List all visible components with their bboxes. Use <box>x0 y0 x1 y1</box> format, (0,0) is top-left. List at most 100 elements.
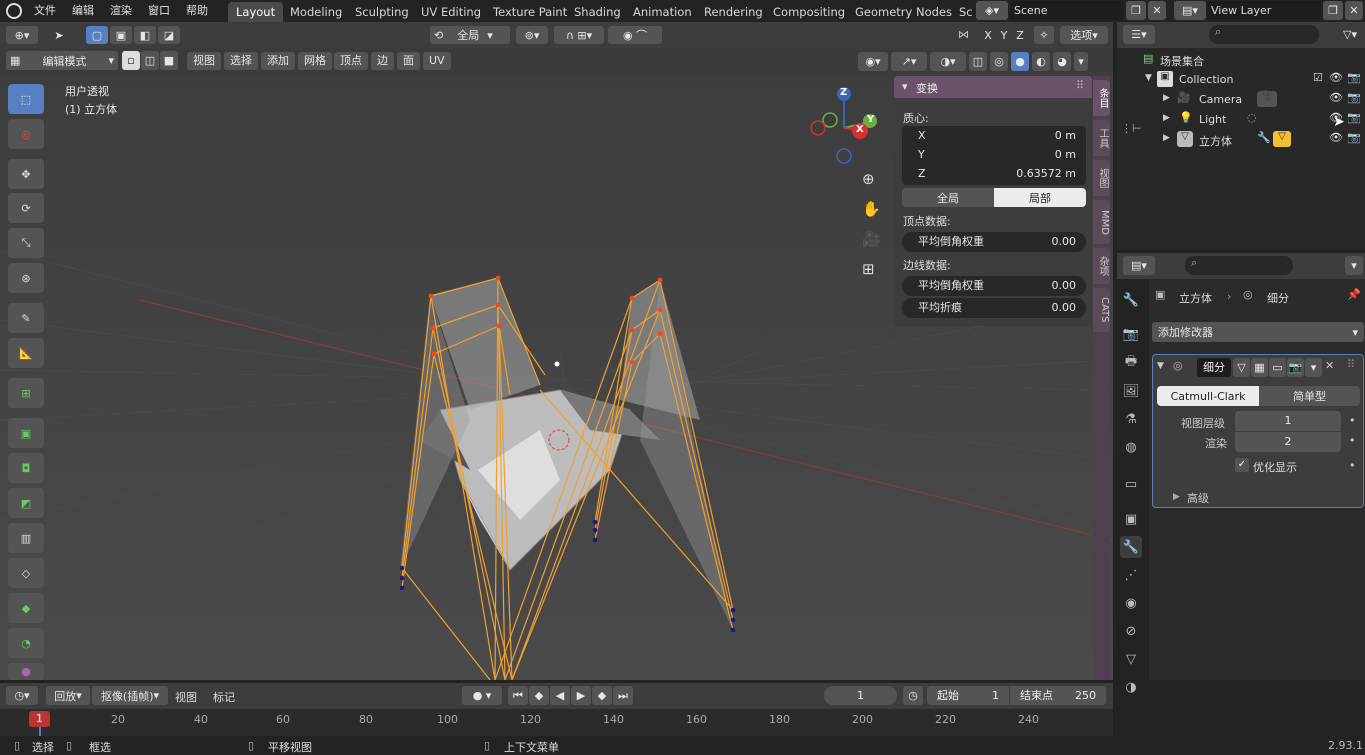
outliner-row-collection[interactable]: ▼ ▣ Collection ☑ 👁 📷 <box>1117 70 1365 90</box>
play-icon[interactable]: ▶ <box>571 686 591 705</box>
collection-properties-icon[interactable]: ▭ <box>1120 473 1142 495</box>
timeline-view-menu[interactable]: 视图 <box>175 689 197 705</box>
chevron-down-icon[interactable]: ▼ <box>1145 73 1152 83</box>
workspace-tab-rendering[interactable]: Rendering <box>696 2 771 22</box>
menu-view[interactable]: 视图 <box>187 52 221 70</box>
render-levels-field[interactable]: 2 <box>1235 432 1341 452</box>
keyframe-dot-icon[interactable]: • <box>1349 459 1356 472</box>
mode-dropdown[interactable]: ▦ 编辑模式 ▾ <box>6 51 118 70</box>
tab-view[interactable]: 视图 <box>1093 160 1110 196</box>
inset-tool[interactable]: ◘ <box>8 453 44 483</box>
current-frame-field[interactable]: 1 <box>824 686 897 705</box>
light-data-icon[interactable]: ◌ <box>1247 111 1257 124</box>
eye-icon[interactable]: 👁 <box>1329 91 1343 104</box>
vertex-select-icon[interactable]: ▫ <box>122 51 140 70</box>
workspace-tab-shading[interactable]: Shading <box>566 2 629 22</box>
chevron-right-icon[interactable]: ▶ <box>1173 492 1180 502</box>
constraints-properties-icon[interactable]: ⊘ <box>1120 620 1142 642</box>
blender-logo-icon[interactable] <box>6 3 22 19</box>
visibility-icon[interactable]: ◉▾ <box>858 52 888 71</box>
active-tool-button[interactable]: ➤ <box>46 26 72 44</box>
physics-properties-icon[interactable]: ◉ <box>1120 592 1142 614</box>
chevron-down-icon[interactable]: ▾ <box>1074 52 1088 71</box>
menu-mesh[interactable]: 网格 <box>298 52 332 70</box>
particles-properties-icon[interactable]: ⋰ <box>1120 564 1142 586</box>
frame-start-field[interactable]: 起始 1 <box>927 686 1009 705</box>
play-reverse-icon[interactable]: ◀ <box>550 686 570 705</box>
menu-face[interactable]: 面 <box>397 52 420 70</box>
workspace-tab-sculpting[interactable]: Sculpting <box>347 2 417 22</box>
workspace-tab-animation[interactable]: Animation <box>625 2 700 22</box>
vertex-bevel-weight-field[interactable]: 平均倒角权重 0.00 <box>902 232 1086 252</box>
menu-help[interactable]: 帮助 <box>178 0 216 22</box>
face-select-icon[interactable]: ■ <box>160 51 178 70</box>
delete-view-layer-button[interactable]: ✕ <box>1345 1 1363 20</box>
menu-edit[interactable]: 编辑 <box>64 0 102 22</box>
transform-orientation-dropdown[interactable]: ⟲ 全局 ▾ <box>430 26 510 44</box>
editor-type-button[interactable]: ⊕▾ <box>6 26 38 44</box>
knife-tool[interactable]: ◇ <box>8 558 44 588</box>
options-dropdown[interactable]: 选项 ▾ <box>1060 26 1108 44</box>
global-toggle[interactable]: 全局 <box>902 188 994 207</box>
select-box-tool[interactable]: ⬚ <box>8 84 44 114</box>
timeline-marker-menu[interactable]: 标记 <box>213 689 235 705</box>
render-properties-icon[interactable]: 📷 <box>1120 323 1142 345</box>
camera-render-icon[interactable]: 📷 <box>1347 91 1361 104</box>
mirror-y-toggle[interactable]: Y <box>996 26 1012 44</box>
new-scene-button[interactable]: ❐ <box>1126 1 1146 20</box>
select-subtract-icon[interactable]: ◧ <box>134 26 156 44</box>
simple-toggle[interactable]: 简单型 <box>1259 386 1360 406</box>
add-cube-tool[interactable]: ⊞ <box>8 378 44 408</box>
tab-item[interactable]: 条目 <box>1093 80 1110 116</box>
overlay-icon[interactable]: ◑▾ <box>930 52 966 71</box>
preview-range-icon[interactable]: ◷ <box>903 686 923 705</box>
keyframe-dot-icon[interactable]: • <box>1349 434 1356 447</box>
local-toggle[interactable]: 局部 <box>994 188 1086 207</box>
xray-icon[interactable]: ◫ <box>969 52 987 71</box>
jump-end-icon[interactable]: ⏭ <box>613 686 633 705</box>
object-properties-icon[interactable]: ▣ <box>1120 508 1142 530</box>
edge-select-icon[interactable]: ◫ <box>141 51 159 70</box>
topology-mirror-button[interactable]: ⟡ <box>1034 26 1054 44</box>
snap-button[interactable]: ∩ ⊞▾ <box>554 26 604 44</box>
loop-cut-tool[interactable]: ▥ <box>8 523 44 553</box>
bevel-tool[interactable]: ◩ <box>8 488 44 518</box>
median-x-field[interactable]: X 0 m <box>902 126 1086 146</box>
pan-hand-icon[interactable]: ✋ <box>862 200 882 220</box>
checkbox-icon[interactable]: ☑ <box>1313 71 1323 84</box>
outliner-row-cube[interactable]: ▶ ▽ 立方体 🔧 ▽ 👁 📷 <box>1117 130 1365 150</box>
chevron-down-icon[interactable]: ▼ <box>1157 361 1164 371</box>
eye-icon[interactable]: 👁 <box>1329 71 1343 84</box>
properties-options-button[interactable]: ▾ <box>1345 256 1363 275</box>
outliner-filter-button[interactable]: ▽▾ <box>1337 25 1363 44</box>
camera-view-icon[interactable]: 🎥 <box>862 230 882 250</box>
extrude-tool[interactable]: ▣ <box>8 418 44 448</box>
workspace-tab-layout[interactable]: Layout <box>228 2 284 22</box>
realtime-display-icon[interactable]: ▭ <box>1269 358 1286 377</box>
menu-render[interactable]: 渲染 <box>102 0 140 22</box>
jump-start-icon[interactable]: ⏮ <box>508 686 528 705</box>
menu-window[interactable]: 窗口 <box>140 0 178 22</box>
modifier-properties-icon[interactable]: 🔧 <box>1120 536 1142 558</box>
output-properties-icon[interactable]: 🖶 <box>1120 352 1142 374</box>
workspace-tab-geometry-nodes[interactable]: Geometry Nodes <box>847 2 960 22</box>
rendered-shading-icon[interactable]: ◕ <box>1053 52 1071 71</box>
chevron-right-icon[interactable]: ▶ <box>1163 133 1170 143</box>
menu-edge[interactable]: 边 <box>371 52 394 70</box>
delete-scene-button[interactable]: ✕ <box>1148 1 1166 20</box>
select-extend-icon[interactable]: ▣ <box>110 26 132 44</box>
render-camera-icon[interactable]: 📷 <box>1287 358 1304 377</box>
workspace-tab-modeling[interactable]: Modeling <box>282 2 350 22</box>
modifier-name-field[interactable]: 细分 <box>1197 358 1231 377</box>
frame-end-field[interactable]: 结束点 250 <box>1010 686 1106 705</box>
properties-search-input[interactable]: ⌕ <box>1185 256 1293 275</box>
mirror-z-toggle[interactable]: Z <box>1012 26 1028 44</box>
median-z-field[interactable]: Z 0.63572 m <box>902 164 1086 185</box>
spin-tool[interactable]: ◔ <box>8 628 44 658</box>
measure-tool[interactable]: 📐 <box>8 338 44 368</box>
camera-render-icon[interactable]: 📷 <box>1347 111 1361 124</box>
auto-keying-button[interactable]: ● ▾ <box>462 686 502 705</box>
view-layer-browse-button[interactable]: ▤▾ <box>1174 1 1206 20</box>
outliner-search-input[interactable]: ⌕ <box>1209 25 1319 44</box>
view-layer-properties-icon[interactable]: 🖼 <box>1120 380 1142 402</box>
